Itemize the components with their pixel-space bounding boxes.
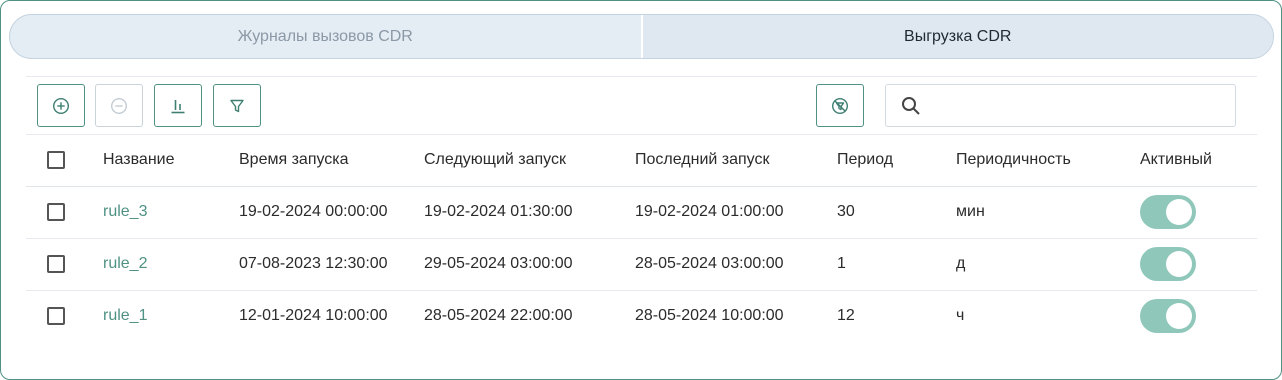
toolbar	[26, 77, 1257, 135]
columns-button[interactable]	[154, 84, 202, 127]
select-all-checkbox[interactable]	[47, 151, 65, 170]
header-last-run[interactable]: Последний запуск	[635, 135, 837, 187]
header-name[interactable]: Название	[103, 135, 239, 187]
bar-columns-icon	[171, 99, 185, 113]
row-checkbox[interactable]	[47, 307, 65, 326]
tab-call-logs[interactable]: Журналы вызовов CDR	[10, 15, 641, 58]
header-active[interactable]: Активный	[1140, 135, 1257, 187]
frequency-cell: мин	[956, 186, 1140, 239]
search-box[interactable]	[885, 84, 1236, 127]
next-run-cell: 28-05-2024 22:00:00	[424, 307, 573, 325]
next-run-cell: 19-02-2024 01:30:00	[424, 186, 635, 239]
cdr-window: Журналы вызовов CDR Выгрузка CDR Названи…	[0, 0, 1282, 380]
start-time-cell: 19-02-2024 00:00:00	[239, 186, 424, 239]
filter-off-icon	[831, 97, 849, 114]
tab-cdr-export[interactable]: Выгрузка CDR	[640, 15, 1273, 58]
toggle-knob	[1166, 199, 1192, 225]
table-header-row: Название Время запуска Следующий запуск …	[26, 135, 1257, 187]
period-cell: 12	[837, 307, 855, 325]
header-frequency[interactable]: Периодичность	[956, 135, 1140, 187]
rule-name-link[interactable]: rule_2	[103, 255, 147, 272]
start-time-cell: 12-01-2024 10:00:00	[239, 307, 388, 325]
filter-icon	[230, 99, 244, 112]
toggle-knob	[1166, 303, 1192, 330]
search-icon	[902, 96, 920, 115]
minus-circle-icon	[110, 97, 128, 114]
row-checkbox[interactable]	[47, 255, 65, 273]
table-row[interactable]: rule_2 07-08-2023 12:30:00 29-05-2024 03…	[26, 238, 1257, 291]
filter-button[interactable]	[213, 84, 261, 127]
period-cell: 1	[837, 238, 956, 291]
clear-filter-button[interactable]	[816, 84, 864, 127]
active-toggle[interactable]	[1140, 299, 1196, 334]
toggle-knob	[1166, 251, 1192, 277]
plus-circle-icon	[52, 97, 70, 114]
last-run-cell: 28-05-2024 03:00:00	[635, 238, 837, 291]
search-input[interactable]	[932, 85, 1235, 126]
rule-name-link[interactable]: rule_3	[103, 203, 147, 220]
cdr-export-panel: Название Время запуска Следующий запуск …	[26, 76, 1257, 346]
row-checkbox[interactable]	[47, 203, 65, 221]
active-toggle[interactable]	[1140, 195, 1196, 229]
active-toggle[interactable]	[1140, 247, 1196, 281]
header-period[interactable]: Период	[837, 135, 956, 187]
remove-button[interactable]	[95, 84, 143, 127]
last-run-cell: 28-05-2024 10:00:00	[635, 307, 784, 325]
frequency-cell: ч	[956, 307, 965, 325]
header-start-time[interactable]: Время запуска	[239, 135, 424, 187]
start-time-cell: 07-08-2023 12:30:00	[239, 238, 424, 291]
add-button[interactable]	[37, 84, 85, 127]
tab-bar: Журналы вызовов CDR Выгрузка CDR	[9, 14, 1274, 59]
period-cell: 30	[837, 186, 956, 239]
header-next-run[interactable]: Следующий запуск	[424, 135, 635, 187]
frequency-cell: д	[956, 238, 1140, 291]
next-run-cell: 29-05-2024 03:00:00	[424, 238, 635, 291]
table-row[interactable]: rule_1 12-01-2024 10:00:00 28-05-2024 22…	[26, 290, 1257, 342]
last-run-cell: 19-02-2024 01:00:00	[635, 186, 837, 239]
rule-name-link[interactable]: rule_1	[103, 307, 147, 324]
rules-table: Название Время запуска Следующий запуск …	[26, 135, 1257, 342]
table-row[interactable]: rule_3 19-02-2024 00:00:00 19-02-2024 01…	[26, 186, 1257, 239]
